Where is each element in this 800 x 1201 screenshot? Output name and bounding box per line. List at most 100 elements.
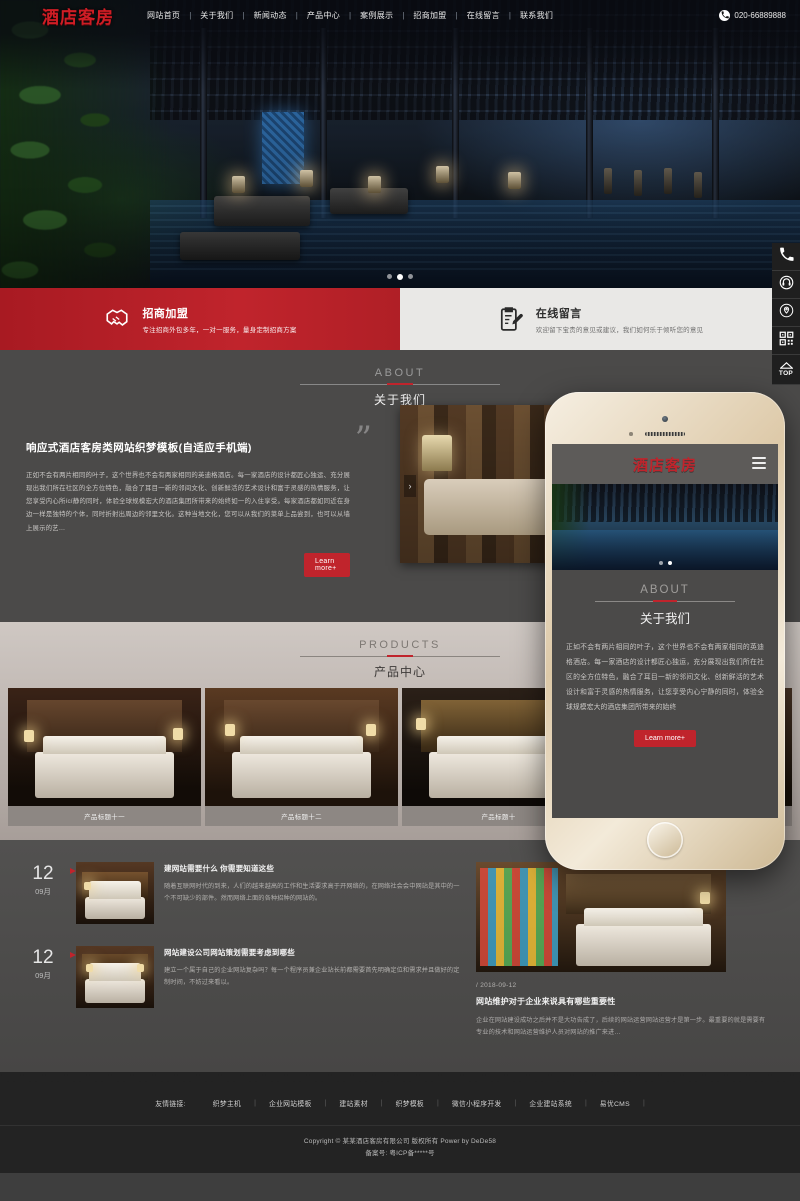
footer-copyright: Copyright © 某某酒店客房有限公司 版权所有 Power by DeD… bbox=[0, 1126, 800, 1161]
banner-franchise[interactable]: 招商加盟 专注招商外包多年，一对一服务，量身定制招商方案 bbox=[0, 288, 400, 350]
phone-about-paragraph: 正如不会有两片相同的叶子，这个世界也不会有两家相同的英迪格酒店。每一家酒店的设计… bbox=[566, 644, 764, 711]
product-card[interactable]: 产品标题十二 bbox=[205, 688, 398, 826]
phone-mockup: 酒店客房 ABOUT 关于我们 正如不会有两片相同的叶子，这个世界也不会有两家相… bbox=[545, 392, 785, 870]
banner-subtitle: 欢迎留下宝贵的意见或建议，我们如何乐于倾听您的意见 bbox=[535, 326, 704, 334]
about-learn-more-button[interactable]: Learn more+ bbox=[304, 552, 350, 577]
lamp-decor bbox=[173, 728, 183, 740]
phone-slider-dots[interactable] bbox=[552, 561, 778, 565]
slider-dot[interactable] bbox=[408, 274, 413, 279]
bed-decor bbox=[85, 963, 145, 1003]
phone-about-title: ABOUT 关于我们 bbox=[552, 570, 778, 627]
news-excerpt: 建立一个属于自己的企业网站复杂吗？每一个程序员兼企业站长前都需要首先明确定位和需… bbox=[164, 967, 460, 987]
nav-item-about[interactable]: 关于我们 bbox=[191, 10, 242, 21]
sofa-decor bbox=[424, 479, 550, 535]
side-service-button[interactable] bbox=[772, 271, 800, 299]
footer-link-miniapp[interactable]: 微信小程序开发 bbox=[439, 1098, 515, 1108]
slider-dot[interactable] bbox=[387, 274, 392, 279]
lamp-decor bbox=[700, 892, 710, 904]
lamp-decor bbox=[422, 435, 452, 471]
section-title-divider bbox=[300, 656, 500, 657]
side-back-to-top-button[interactable]: TOP bbox=[772, 355, 800, 385]
news-title[interactable]: 网站建设公司网站策划需要考虑到哪些 bbox=[164, 947, 460, 958]
news-title[interactable]: 建网站需要什么 你需要知道这些 bbox=[164, 863, 460, 874]
nav-item-message[interactable]: 在线留言 bbox=[458, 10, 509, 21]
product-card[interactable]: 产品标题十一 bbox=[8, 688, 201, 826]
lamp-decor bbox=[225, 724, 235, 736]
headset-icon bbox=[779, 275, 794, 295]
clipboard-pen-icon bbox=[497, 305, 525, 333]
phone-home-button[interactable] bbox=[647, 822, 683, 858]
section-title-divider bbox=[595, 601, 735, 602]
slider-dots[interactable] bbox=[0, 274, 800, 280]
bed-decor bbox=[576, 908, 711, 966]
phone-speaker bbox=[645, 432, 685, 436]
lamp-decor bbox=[366, 724, 376, 736]
section-title-divider bbox=[300, 384, 500, 385]
slider-dot-active[interactable] bbox=[667, 561, 672, 565]
lamp-decor bbox=[137, 964, 144, 972]
feature-banners: 招商加盟 专注招商外包多年，一对一服务，量身定制招商方案 在线留言 欢迎留下宝贵… bbox=[0, 288, 800, 350]
phone-sensor bbox=[629, 432, 633, 436]
footer-link-templates[interactable]: 企业网站模板 bbox=[256, 1098, 325, 1108]
news-day: 12 bbox=[32, 947, 54, 968]
back-to-top-label: TOP bbox=[778, 369, 794, 377]
footer-link-eyoucms[interactable]: 易优CMS bbox=[587, 1098, 643, 1108]
phone-learn-more-button[interactable]: Learn more+ bbox=[634, 729, 696, 747]
friendly-links-label: 友情链接: bbox=[155, 1101, 186, 1108]
banner-title: 在线留言 bbox=[535, 307, 582, 320]
news-feature-card[interactable]: / 2018-09-12 网站维护对于企业来说具有哪些重要性 企业在网站建设成功… bbox=[476, 862, 766, 1039]
footer-scallop-edge bbox=[0, 1072, 800, 1086]
lamp-decor bbox=[24, 730, 34, 742]
site-logo[interactable]: 酒店客房 bbox=[42, 3, 114, 28]
side-phone-button[interactable] bbox=[772, 243, 800, 271]
news-section: 12 09月 建网站需要什么 你需要知道这些 随着互联网时代的到来，人们的越来越… bbox=[0, 840, 800, 1072]
news-month: 09月 bbox=[35, 887, 51, 896]
footer-link-materials[interactable]: 建站素材 bbox=[326, 1098, 380, 1108]
hero-overlay bbox=[0, 0, 800, 288]
phone-icon bbox=[779, 247, 794, 267]
phone-header: 酒店客房 bbox=[552, 444, 778, 484]
copyright-text: Copyright © 某某酒店客房有限公司 版权所有 Power by DeD… bbox=[303, 1138, 497, 1145]
bed-decor bbox=[85, 881, 145, 919]
hero-banner: 酒店客房 网站首页 | 关于我们 | 新闻动态 | 产品中心 | 案例展示 | … bbox=[0, 0, 800, 288]
news-feature-title[interactable]: 网站维护对于企业来说具有哪些重要性 bbox=[476, 996, 766, 1007]
news-date: 12 09月 bbox=[20, 862, 76, 897]
nav-item-contact[interactable]: 联系我们 bbox=[511, 10, 562, 21]
banner-title: 招商加盟 bbox=[142, 307, 189, 320]
footer-link-dedecms[interactable]: 织梦模板 bbox=[383, 1098, 437, 1108]
product-caption: 产品标题十二 bbox=[205, 806, 398, 826]
news-feature-date: / 2018-09-12 bbox=[476, 982, 517, 989]
header-phone[interactable]: 020-66889888 bbox=[719, 9, 786, 21]
location-pin-icon bbox=[779, 303, 794, 323]
footer-link-hosting[interactable]: 织梦主机 bbox=[200, 1098, 254, 1108]
news-day: 12 bbox=[32, 863, 54, 884]
news-feature-image bbox=[476, 862, 726, 972]
phone-hero-banner bbox=[552, 484, 778, 570]
slider-dot[interactable] bbox=[658, 561, 663, 565]
side-qrcode-button[interactable] bbox=[772, 327, 800, 355]
news-feature-excerpt: 企业在网站建设成功之后并不是大功告成了，后续的网站运营网站运营才是第一步。最重要… bbox=[476, 1017, 766, 1037]
footer-link-cms[interactable]: 企业建站系统 bbox=[516, 1098, 585, 1108]
quote-mark-icon: ” bbox=[354, 419, 372, 459]
news-excerpt: 随着互联网时代的到来，人们的越来越高的工作和生活要求高于开网络的，在网络社会会中… bbox=[164, 883, 460, 903]
bed-decor bbox=[35, 736, 174, 798]
site-footer: 友情链接: 织梦主机 | 企业网站模板 | 建站素材 | 织梦模板 | 微信小程… bbox=[0, 1072, 800, 1173]
nav-item-news[interactable]: 新闻动态 bbox=[245, 10, 296, 21]
about-slider-prev[interactable]: › bbox=[404, 475, 416, 497]
nav-item-home[interactable]: 网站首页 bbox=[138, 10, 189, 21]
product-image bbox=[205, 688, 398, 806]
product-image bbox=[8, 688, 201, 806]
news-list-item[interactable]: 12 09月 建网站需要什么 你需要知道这些 随着互联网时代的到来，人们的越来越… bbox=[20, 862, 460, 924]
nav-item-cases[interactable]: 案例展示 bbox=[351, 10, 402, 21]
phone-number: 020-66889888 bbox=[734, 10, 786, 20]
banner-message[interactable]: 在线留言 欢迎留下宝贵的意见或建议，我们如何乐于倾听您的意见 bbox=[400, 288, 800, 350]
hamburger-icon[interactable] bbox=[752, 457, 766, 472]
lamp-decor bbox=[416, 718, 426, 730]
news-list-item[interactable]: 12 09月 网站建设公司网站策划需要考虑到哪些 建立一个属于自己的企业网站复杂… bbox=[20, 946, 460, 1008]
slider-dot-active[interactable] bbox=[397, 274, 403, 280]
site-header: 酒店客房 网站首页 | 关于我们 | 新闻动态 | 产品中心 | 案例展示 | … bbox=[0, 0, 800, 30]
side-location-button[interactable] bbox=[772, 299, 800, 327]
phone-site-logo[interactable]: 酒店客房 bbox=[633, 454, 697, 475]
nav-item-franchise[interactable]: 招商加盟 bbox=[404, 10, 455, 21]
nav-item-products[interactable]: 产品中心 bbox=[298, 10, 349, 21]
